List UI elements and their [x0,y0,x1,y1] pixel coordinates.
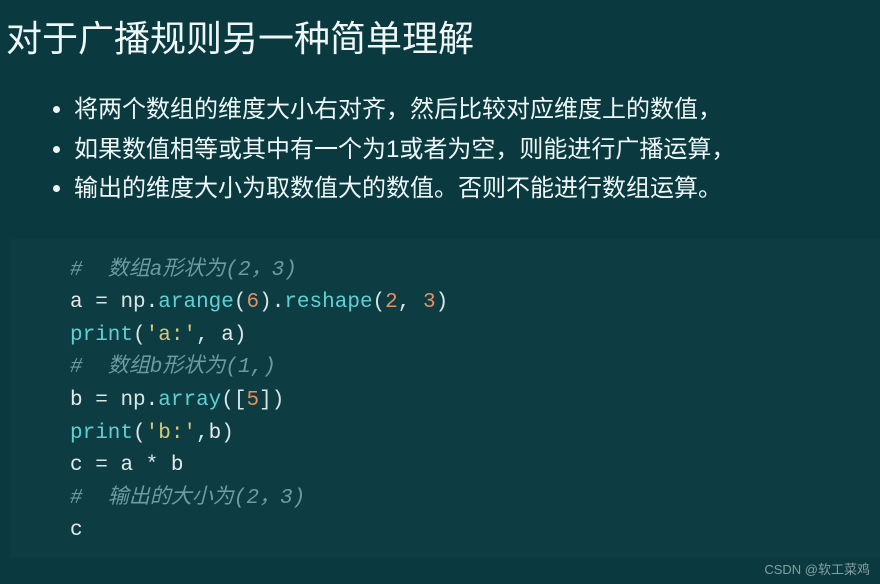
token-ns: np [120,389,145,412]
token-comment: # 输出的大小为(2，3) [70,487,305,510]
token-comment: # 数组a形状为(2，3) [70,259,297,282]
token-punct: ( [133,422,146,445]
token-punct: ) [221,422,234,445]
token-punct: ( [373,291,386,314]
code-line: print('b:',b) [70,418,880,451]
token-punct: . [146,291,159,314]
token-var: c [70,454,95,477]
token-op: = [95,454,120,477]
token-num: 2 [385,291,398,314]
code-block: # 数组a形状为(2，3)a = np.arange(6).reshape(2,… [10,239,880,558]
token-func: reshape [284,291,372,314]
token-ns: np [120,291,145,314]
token-var: b [70,389,95,412]
token-punct: ([ [221,389,246,412]
token-func: print [70,422,133,445]
page-title: 对于广播规则另一种简单理解 [0,0,880,80]
token-func: print [70,324,133,347]
token-punct: , [196,324,221,347]
list-item: 如果数值相等或其中有一个为1或者为空，则能进行广播运算， [74,130,880,170]
list-item: 将两个数组的维度大小右对齐，然后比较对应维度上的数值， [74,90,880,130]
code-line: print('a:', a) [70,320,880,353]
code-comment-line: # 输出的大小为(2，3) [70,483,880,516]
token-var: a [70,291,95,314]
token-punct: ( [234,291,247,314]
token-punct: ( [133,324,146,347]
token-punct: ) [234,324,247,347]
code-line: c [70,515,880,548]
token-func: array [158,389,221,412]
token-num: 6 [247,291,260,314]
token-punct: . [146,389,159,412]
token-op: = [95,389,120,412]
token-punct: , [398,291,423,314]
token-op: = [95,291,120,314]
token-var: a [221,324,234,347]
code-line: a = np.arange(6).reshape(2, 3) [70,287,880,320]
token-punct: , [196,422,209,445]
token-comment: # 数组b形状为(1,) [70,356,276,379]
token-punct: ]) [259,389,284,412]
token-punct: . [272,291,285,314]
code-line: c = a * b [70,450,880,483]
token-op: * [146,454,171,477]
token-var: c [70,519,83,542]
code-line: b = np.array([5]) [70,385,880,418]
token-var: a [120,454,145,477]
code-comment-line: # 数组b形状为(1,) [70,352,880,385]
token-num: 5 [247,389,260,412]
watermark: CSDN @软工菜鸡 [764,559,870,578]
token-str: 'a:' [146,324,196,347]
token-func: arange [158,291,234,314]
token-punct: ) [436,291,449,314]
list-item: 输出的维度大小为取数值大的数值。否则不能进行数组运算。 [74,169,880,209]
token-num: 3 [423,291,436,314]
token-str: 'b:' [146,422,196,445]
bullet-list: 将两个数组的维度大小右对齐，然后比较对应维度上的数值， 如果数值相等或其中有一个… [0,80,880,239]
token-var: b [209,422,222,445]
token-var: b [171,454,184,477]
code-comment-line: # 数组a形状为(2，3) [70,255,880,288]
token-punct: ) [259,291,272,314]
